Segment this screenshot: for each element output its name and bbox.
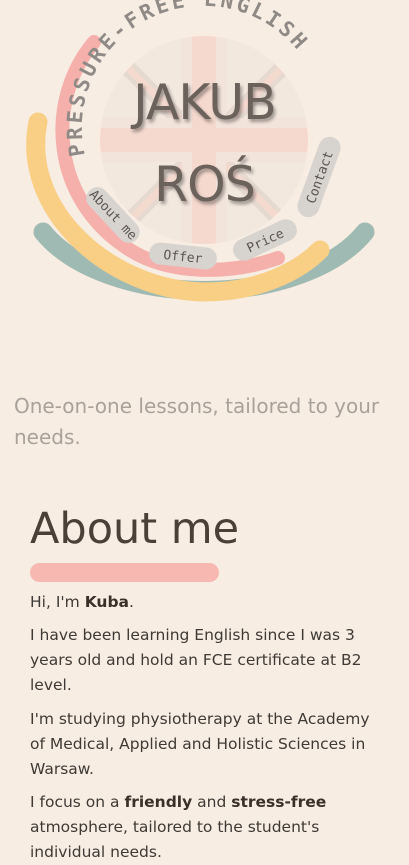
approach-text-3: atmosphere, tailored to the student's in… (30, 817, 320, 861)
hero-logo: PRESSURE-FREE ENGLISH About me Offer Pri… (0, 0, 409, 360)
approach-text-1: I focus on a (30, 793, 125, 811)
intro-end: . (129, 593, 134, 611)
intro-text: Hi, I'm (30, 593, 85, 611)
approach-stress-free: stress-free (231, 793, 327, 811)
about-heading: About me (30, 504, 240, 554)
brand-name-first: JAKUB (133, 74, 276, 131)
tagline: One-on-one lessons, tailored to your nee… (14, 394, 380, 449)
brand-name-last: ROŚ (154, 156, 256, 213)
intro-name: Kuba (84, 593, 130, 611)
heading-underline (30, 563, 219, 582)
about-paragraph-studies: I'm studying physiotherapy at the Academ… (30, 710, 370, 778)
about-paragraph-intro: Hi, I'm Kuba. (30, 590, 380, 615)
about-paragraph-approach: I focus on a friendly and stress-free at… (30, 790, 380, 864)
approach-text-2: and (192, 793, 232, 811)
approach-friendly: friendly (124, 793, 193, 811)
about-paragraph-experience: I have been learning English since I was… (30, 626, 362, 694)
